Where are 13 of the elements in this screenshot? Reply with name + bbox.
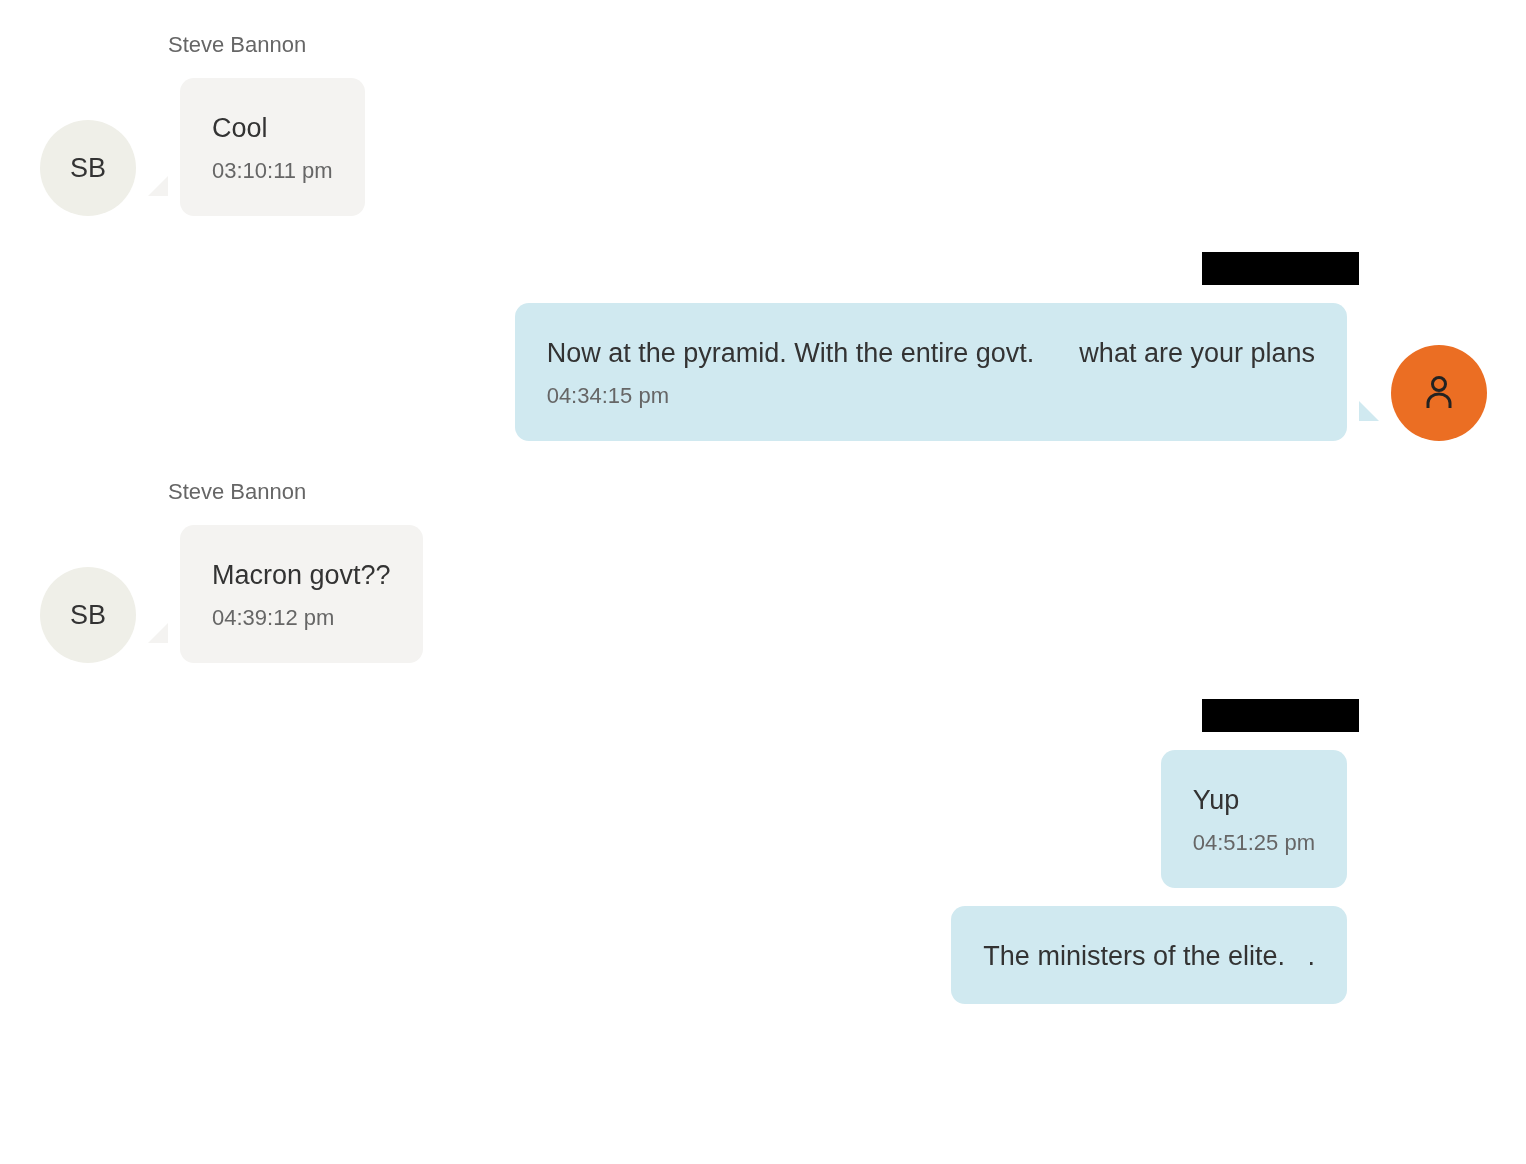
message-time: 04:34:15 pm — [546, 382, 670, 410]
message-time: 04:51:25 pm — [1192, 829, 1315, 857]
message-text: Now at the pyramid. With the entire govt. what are your plans — [546, 337, 1315, 370]
avatar: SB — [40, 120, 136, 216]
sender-name: Steve Bannon — [168, 478, 307, 506]
message-time: 04:39:12 pm — [212, 604, 336, 632]
message-text: Macron govt?? — [212, 559, 391, 592]
message-text: Yup — [1192, 784, 1241, 817]
message-time: 03:10:11 pm — [212, 157, 333, 185]
sender-name: Steve Bannon — [168, 31, 307, 59]
avatar: SB — [40, 567, 136, 663]
message-text: Cool — [212, 112, 269, 145]
message-text: The ministers of the elite. . — [983, 940, 1315, 973]
